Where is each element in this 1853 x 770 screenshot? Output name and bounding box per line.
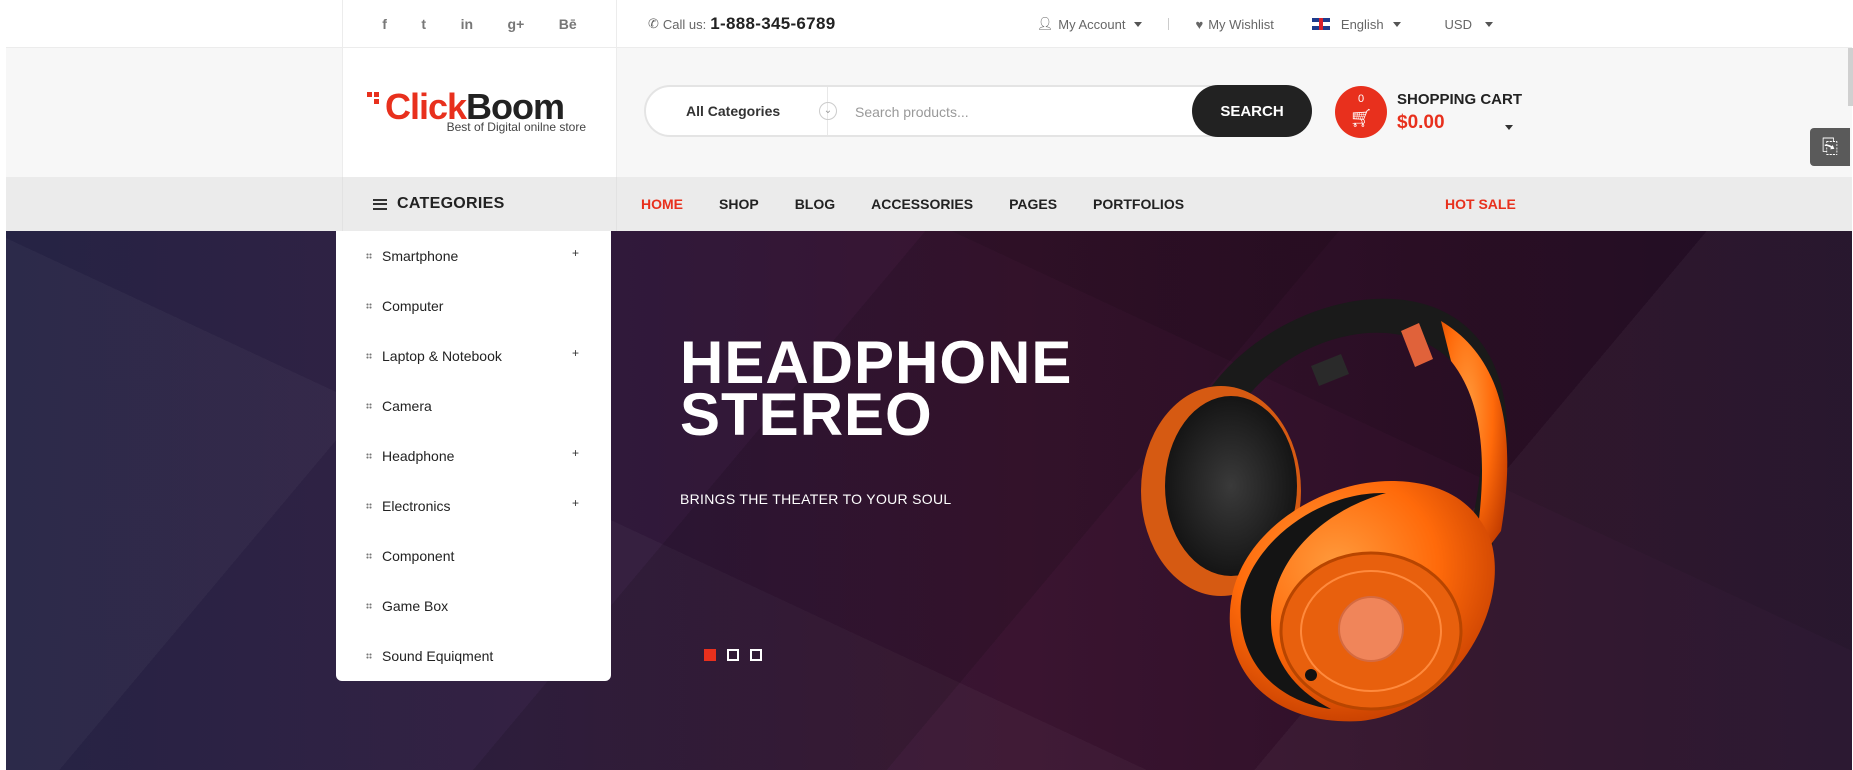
my-wishlist-link[interactable]: ♥ My Wishlist xyxy=(1195,17,1273,32)
expand-icon[interactable]: + xyxy=(572,446,579,460)
grip-icon xyxy=(366,253,372,259)
nav-item-portfolios[interactable]: PORTFOLIOS xyxy=(1093,196,1184,212)
category-label: Sound Equiqment xyxy=(382,648,494,664)
chevron-down-icon xyxy=(1485,21,1493,27)
category-menu: Smartphone + Computer Laptop & Notebook … xyxy=(336,231,611,681)
grip-icon xyxy=(366,603,372,609)
category-item-electronics[interactable]: Electronics + xyxy=(336,481,611,531)
headphone-product-image xyxy=(1141,298,1508,722)
grip-icon xyxy=(366,453,372,459)
expand-icon[interactable]: + xyxy=(572,496,579,510)
top-links: 👤︎ My Account ♥ My Wishlist English USD xyxy=(1037,0,1852,48)
main-nav: CATEGORIES HOME SHOP BLOG ACCESSORIES PA… xyxy=(6,177,1852,231)
search-bar: All Categories ⌄ SEARCH xyxy=(644,85,1312,137)
hot-sale-link[interactable]: HOT SALE xyxy=(1445,196,1516,212)
search-button[interactable]: SEARCH xyxy=(1192,85,1312,137)
cart-icon: 🛒︎ xyxy=(1349,108,1373,128)
grip-icon xyxy=(366,403,372,409)
menu-icon xyxy=(373,198,387,210)
slide-dot-1[interactable] xyxy=(704,649,716,661)
cart-total: $0.00 xyxy=(1397,112,1445,133)
category-item-camera[interactable]: Camera xyxy=(336,381,611,431)
category-label: Game Box xyxy=(382,598,449,614)
grip-icon xyxy=(366,553,372,559)
category-item-component[interactable]: Component xyxy=(336,531,611,581)
heart-icon: ♥ xyxy=(1195,16,1204,32)
category-label: Computer xyxy=(382,298,444,314)
user-icon: 👤︎ xyxy=(1036,16,1054,31)
category-item-game-box[interactable]: Game Box xyxy=(336,581,611,631)
expand-icon[interactable]: + xyxy=(572,346,579,360)
my-account-menu[interactable]: 👤︎ My Account xyxy=(1037,16,1143,32)
hero-title-line-2: STEREO xyxy=(680,381,933,448)
grip-icon xyxy=(366,303,372,309)
category-label: Laptop & Notebook xyxy=(382,348,502,364)
slide-dot-2[interactable] xyxy=(727,649,739,661)
settings-panel-toggle-icon[interactable]: ⎘ xyxy=(1810,128,1850,166)
chevron-down-icon xyxy=(1392,21,1401,27)
my-account-label: My Account xyxy=(1058,16,1126,32)
currency-label: USD xyxy=(1444,16,1472,32)
behance-icon[interactable]: Bē xyxy=(559,16,577,32)
category-label: Headphone xyxy=(382,448,455,464)
category-item-computer[interactable]: Computer xyxy=(336,281,611,331)
categories-label: CATEGORIES xyxy=(397,195,505,212)
grip-icon xyxy=(366,653,372,659)
slide-dot-3[interactable] xyxy=(750,649,762,661)
hero-title: HEADPHONE STEREO xyxy=(680,333,1072,448)
nav-item-accessories[interactable]: ACCESSORIES xyxy=(871,196,973,212)
category-label: Electronics xyxy=(382,498,451,514)
uk-flag-icon xyxy=(1311,18,1330,30)
category-label: Component xyxy=(382,548,455,564)
phone-number[interactable]: 1-888-345-6789 xyxy=(710,14,835,34)
nav-item-shop[interactable]: SHOP xyxy=(719,196,759,212)
hero-subtitle: BRINGS THE THEATER TO YOUR SOUL xyxy=(680,491,952,507)
grip-icon xyxy=(366,353,372,359)
chevron-down-icon xyxy=(1134,21,1143,27)
category-label: Smartphone xyxy=(382,248,459,264)
nav-item-pages[interactable]: PAGES xyxy=(1009,196,1057,212)
linkedin-icon[interactable]: in xyxy=(461,16,473,32)
language-label: English xyxy=(1340,16,1384,32)
category-item-smartphone[interactable]: Smartphone + xyxy=(336,231,611,281)
facebook-icon[interactable]: f xyxy=(382,16,387,32)
category-item-headphone[interactable]: Headphone + xyxy=(336,431,611,481)
expand-icon[interactable]: + xyxy=(572,246,579,260)
nav-item-home[interactable]: HOME xyxy=(641,196,683,212)
logo-mark-icon xyxy=(367,92,381,104)
category-label: Camera xyxy=(382,398,432,414)
tagline: Best of Digital onilne store xyxy=(446,120,586,134)
category-item-laptop-notebook[interactable]: Laptop & Notebook + xyxy=(336,331,611,381)
call-label: Call us: xyxy=(662,16,707,32)
phone-icon: ✆ xyxy=(648,16,659,31)
category-select[interactable]: All Categories xyxy=(686,103,780,119)
menu: HOME SHOP BLOG ACCESSORIES PAGES PORTFOL… xyxy=(641,177,1184,231)
language-selector[interactable]: English xyxy=(1311,16,1401,32)
top-bar: f t in g+ Bē ✆ Call us: 1-888-345-6789 👤… xyxy=(6,0,1852,48)
category-item-sound-equipment[interactable]: Sound Equiqment xyxy=(336,631,611,681)
cart-count: 0 xyxy=(1357,93,1365,105)
scrollbar[interactable] xyxy=(1848,48,1853,106)
logo-area: ClickBoom Best of Digital onilne store xyxy=(342,48,617,177)
hero-slider: HEADPHONE STEREO BRINGS THE THEATER TO Y… xyxy=(6,231,1852,770)
page: f t in g+ Bē ✆ Call us: 1-888-345-6789 👤… xyxy=(0,0,1853,770)
categories-toggle[interactable]: CATEGORIES xyxy=(342,177,617,231)
currency-selector[interactable]: USD xyxy=(1445,17,1493,32)
cart-title: SHOPPING CART xyxy=(1397,91,1523,108)
social-links: f t in g+ Bē xyxy=(342,0,617,48)
grip-icon xyxy=(366,503,372,509)
chevron-down-icon[interactable] xyxy=(1505,125,1513,130)
google-plus-icon[interactable]: g+ xyxy=(508,16,525,32)
nav-item-blog[interactable]: BLOG xyxy=(795,196,835,212)
my-wishlist-label: My Wishlist xyxy=(1208,16,1274,32)
search-input[interactable] xyxy=(855,100,1175,124)
divider xyxy=(1168,18,1170,30)
slider-dots xyxy=(704,649,762,661)
chevron-down-icon[interactable]: ⌄ xyxy=(819,102,837,120)
twitter-icon[interactable]: t xyxy=(421,16,426,32)
call-us: ✆ Call us: 1-888-345-6789 xyxy=(648,14,835,34)
